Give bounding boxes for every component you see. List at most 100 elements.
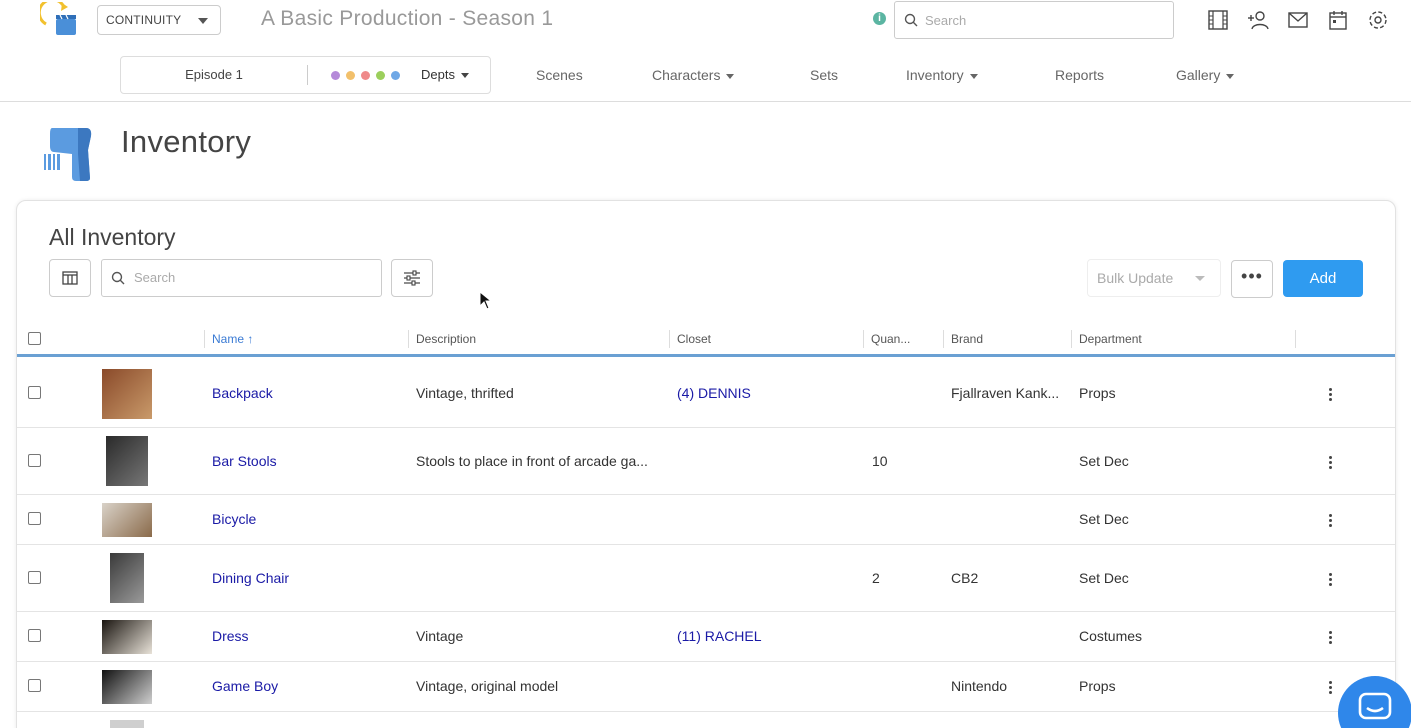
inventory-card: All Inventory Bulk Update ••• Add Name ↑… — [16, 200, 1396, 728]
item-department: Set Dec — [1079, 570, 1129, 586]
table-row[interactable]: Bicycle Set Dec — [17, 495, 1395, 545]
chevron-down-icon — [460, 73, 469, 79]
global-search-input[interactable] — [925, 12, 1155, 28]
table-row[interactable]: Backpack Vintage, thrifted (4) DENNIS Fjall… — [17, 360, 1395, 428]
row-checkbox[interactable] — [28, 571, 41, 584]
filter-button[interactable] — [391, 259, 433, 297]
column-separator — [1071, 330, 1072, 348]
production-nav: Episode 1 Depts Scenes Characters Sets I… — [0, 52, 1411, 102]
item-thumbnail[interactable] — [106, 436, 148, 486]
add-user-icon[interactable] — [1247, 9, 1287, 31]
item-thumbnail[interactable] — [110, 720, 144, 728]
nav-label: Gallery — [1176, 67, 1221, 83]
column-separator — [204, 330, 205, 348]
info-icon[interactable]: i — [873, 12, 886, 25]
nav-sets[interactable]: Sets — [810, 67, 838, 83]
item-department: Props — [1079, 678, 1116, 694]
nav-scenes[interactable]: Scenes — [536, 67, 583, 83]
dept-color-dot — [331, 71, 340, 80]
chevron-down-icon — [969, 73, 978, 79]
column-header-name[interactable]: Name ↑ — [212, 332, 253, 346]
item-name-link[interactable]: Dining Chair — [212, 570, 289, 586]
chat-launcher-button[interactable] — [1338, 676, 1411, 728]
item-description: Vintage, thrifted — [416, 385, 514, 401]
column-header-closet[interactable]: Closet — [677, 332, 711, 346]
item-closet-link[interactable]: (4) DENNIS — [677, 385, 751, 401]
gear-icon[interactable] — [1367, 9, 1407, 31]
column-header-department[interactable]: Department — [1079, 332, 1142, 346]
nav-label: Scenes — [536, 67, 583, 83]
nav-reports[interactable]: Reports — [1055, 67, 1104, 83]
row-menu-icon[interactable] — [1329, 388, 1333, 403]
item-closet-link[interactable]: (11) RACHEL — [677, 628, 762, 644]
bulk-update-dropdown[interactable]: Bulk Update — [1087, 259, 1221, 297]
item-name-link[interactable]: Game Boy — [212, 678, 278, 694]
item-thumbnail[interactable] — [102, 369, 152, 419]
sliders-icon — [404, 270, 420, 286]
bulk-update-label: Bulk Update — [1097, 270, 1174, 286]
row-menu-icon[interactable] — [1329, 573, 1333, 588]
row-menu-icon[interactable] — [1329, 631, 1333, 646]
select-all-checkbox[interactable] — [28, 332, 41, 345]
film-strip-icon[interactable] — [1207, 9, 1247, 31]
item-thumbnail[interactable] — [110, 553, 144, 603]
item-name-link[interactable]: Backpack — [212, 385, 273, 401]
item-department: Costumes — [1079, 628, 1143, 644]
inventory-search[interactable] — [101, 259, 382, 297]
dept-color-dot — [346, 71, 355, 80]
item-description: Vintage, original model — [416, 678, 559, 694]
inventory-search-input[interactable] — [134, 270, 374, 285]
search-icon — [904, 13, 918, 27]
app-selector[interactable]: CONTINUITY — [97, 5, 221, 35]
global-search[interactable] — [894, 1, 1174, 39]
column-toggle-button[interactable] — [49, 259, 91, 297]
row-menu-icon[interactable] — [1329, 514, 1333, 529]
item-brand: Nintendo — [951, 678, 1008, 694]
item-thumbnail[interactable] — [102, 670, 152, 704]
column-header-description[interactable]: Description — [416, 332, 476, 346]
row-menu-icon[interactable] — [1329, 456, 1333, 471]
table-row[interactable]: Dining Chair 2 CB2 Set Dec — [17, 545, 1395, 612]
item-name-link[interactable]: Dress — [212, 628, 249, 644]
column-separator — [669, 330, 670, 348]
row-menu-icon[interactable] — [1329, 681, 1333, 696]
table-row[interactable]: Bar Stools Stools to place in front of ar… — [17, 428, 1395, 495]
nav-characters[interactable]: Characters — [652, 67, 735, 83]
app-selector-label: CONTINUITY — [106, 13, 182, 27]
item-department: Set Dec — [1079, 453, 1129, 469]
table-row[interactable] — [17, 712, 1395, 728]
row-checkbox[interactable] — [28, 629, 41, 642]
item-name-link[interactable]: Bicycle — [212, 511, 256, 527]
dept-color-dot — [376, 71, 385, 80]
top-icon-bar — [1207, 9, 1407, 31]
nav-gallery[interactable]: Gallery — [1176, 67, 1235, 83]
continuity-logo-icon[interactable] — [40, 2, 78, 38]
table-header: Name ↑ Description Closet Quan... Brand … — [17, 327, 1395, 357]
table-row[interactable]: Dress Vintage (11) RACHEL Costumes — [17, 612, 1395, 662]
dept-color-dots — [331, 71, 406, 80]
column-separator — [943, 330, 944, 348]
columns-icon — [62, 271, 78, 285]
column-header-quantity[interactable]: Quan... — [871, 332, 910, 346]
episode-selector[interactable]: Episode 1 — [121, 57, 307, 93]
mail-icon[interactable] — [1287, 9, 1327, 31]
row-checkbox[interactable] — [28, 679, 41, 692]
row-checkbox[interactable] — [28, 512, 41, 525]
more-options-button[interactable]: ••• — [1231, 260, 1273, 298]
calendar-icon[interactable] — [1327, 9, 1367, 31]
depts-dropdown[interactable]: Depts — [421, 57, 469, 93]
add-button[interactable]: Add — [1283, 260, 1363, 297]
item-thumbnail[interactable] — [102, 620, 152, 654]
row-checkbox[interactable] — [28, 454, 41, 467]
chevron-down-icon — [726, 73, 735, 79]
item-thumbnail[interactable] — [102, 503, 152, 537]
search-icon — [111, 271, 125, 285]
row-checkbox[interactable] — [28, 386, 41, 399]
column-header-brand[interactable]: Brand — [951, 332, 983, 346]
column-separator — [863, 330, 864, 348]
nav-inventory[interactable]: Inventory — [906, 67, 978, 83]
item-name-link[interactable]: Bar Stools — [212, 453, 277, 469]
item-quantity: 10 — [872, 453, 888, 469]
divider — [307, 65, 308, 85]
table-row[interactable]: Game Boy Vintage, original model Nintendo P… — [17, 662, 1395, 712]
